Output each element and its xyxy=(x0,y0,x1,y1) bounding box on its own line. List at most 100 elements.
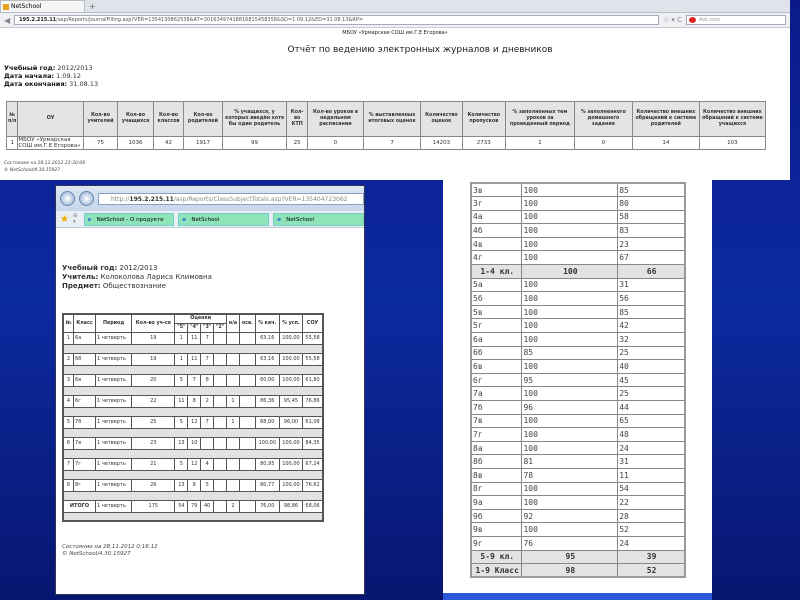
table-cell: 24 xyxy=(617,535,686,551)
table-cell: 78 xyxy=(521,467,619,483)
table-cell: 100,00 xyxy=(278,352,304,366)
col-period: Период xyxy=(95,313,133,333)
table-cell: 8 xyxy=(200,373,215,387)
table-cell: 22 xyxy=(617,495,686,510)
table-cell: 1-9 Класс xyxy=(470,563,523,578)
table-cell: 100,00 xyxy=(254,436,280,450)
table-row: 4б 100 83 xyxy=(470,223,686,238)
table-cell: 1917 xyxy=(183,136,223,150)
table-cell: 4б xyxy=(470,223,523,238)
table-cell: МБОУ «Урмарская СОШ им.Г.Е.Егорова» xyxy=(17,136,84,150)
table-cell: 21 xyxy=(131,457,176,471)
meta-line: Дата окончания: 31.08.13 xyxy=(4,80,790,88)
tab-netschool-active[interactable]: NetSchool xyxy=(273,212,364,226)
table-cell: 1 четверть xyxy=(95,394,133,408)
table-cell: 44 xyxy=(617,400,686,415)
table-row: 3в 100 85 xyxy=(470,182,686,198)
table-cell: 6в xyxy=(73,373,97,387)
favorites-star-icon[interactable]: ★ xyxy=(60,214,69,225)
table-cell: 19 xyxy=(131,352,176,366)
search-input[interactable]: Ask.com xyxy=(686,15,786,25)
table-cell: 8г xyxy=(470,481,523,497)
back-icon[interactable]: ◀ xyxy=(4,16,10,25)
meta-value: Колоколова Лариса Климовна xyxy=(100,273,212,281)
table-cell: 7 xyxy=(62,457,75,471)
forward-button[interactable] xyxy=(79,191,94,206)
meta-label: Учебный год: xyxy=(4,64,56,72)
new-tab-button[interactable]: + xyxy=(89,2,96,11)
table-cell: 5а xyxy=(470,277,523,293)
table-cell: 4 xyxy=(62,394,75,408)
table-cell: 60,00 xyxy=(254,373,280,387)
table-cell: 5г xyxy=(470,318,523,334)
table-cell: 11 xyxy=(187,352,202,366)
table-cell: 25 xyxy=(617,386,686,401)
meta-label: Учитель: xyxy=(62,273,99,281)
browser-tab[interactable]: NetSchool xyxy=(0,0,85,12)
column-header: Кол-во классов xyxy=(152,101,185,137)
class-summary-table: 3в 100 85 3г 100 80 4а 100 58 4б 100 83 4в 100 23 4г 100… xyxy=(470,182,686,579)
table-cell: 1 xyxy=(62,331,75,345)
table-cell: 100 xyxy=(521,495,619,510)
spacer xyxy=(62,448,324,459)
journal-report-window: NetSchool + ◀ 195.2.215.11/asp/Reports/J… xyxy=(0,0,790,180)
meta-label: Дата начала: xyxy=(4,72,55,80)
table-cell: 100 xyxy=(521,264,619,279)
table-cell xyxy=(238,478,256,492)
table-row: 4а 100 58 xyxy=(470,209,686,225)
col-success: % усп. xyxy=(278,313,304,333)
table-cell: 11 xyxy=(174,394,189,408)
table-cell: 4в xyxy=(470,236,523,252)
meta-label: Предмет: xyxy=(62,282,101,290)
tabs-grid-icon[interactable]: ⊞ ▾ xyxy=(73,213,80,225)
back-button[interactable] xyxy=(60,191,75,206)
spacer xyxy=(62,490,324,501)
table-row: 6г 95 45 xyxy=(470,372,686,388)
tab-netschool-about[interactable]: NetSchool - О продукте xyxy=(83,212,175,226)
col-g4: "4" xyxy=(187,322,202,333)
table-cell: 100 xyxy=(521,223,619,238)
table-cell: 7 xyxy=(362,136,422,150)
table-cell: 5 xyxy=(174,373,189,387)
spacer-row xyxy=(62,469,324,480)
reload-icon[interactable]: ☆ ▾ C xyxy=(663,16,682,24)
column-header: Кол-во КТП xyxy=(286,101,309,137)
table-cell: 26 xyxy=(131,478,176,492)
table-row: 5в 100 85 xyxy=(470,304,686,320)
column-header: Кол-во учителей xyxy=(82,101,119,137)
spacer-row xyxy=(62,511,324,522)
address-bar[interactable]: http://195.2.215.11/asp/Reports/ClassSub… xyxy=(98,192,364,205)
table-cell: 100 xyxy=(521,332,619,347)
table-cell: 54 xyxy=(617,481,686,497)
column-header: Кол-во уроков в недельном расписании xyxy=(307,101,364,137)
col-g5: "5" xyxy=(174,322,189,333)
table-cell: 99 xyxy=(221,136,288,150)
meta-value: Обществознание xyxy=(102,282,166,290)
table-cell: 6а xyxy=(470,332,523,347)
table-row: 9б 92 28 xyxy=(470,508,686,524)
favorites-bar: ★ ⊞ ▾ NetSchool - О продукте NetSchool N… xyxy=(56,211,364,228)
table-cell: 6б xyxy=(73,352,97,366)
table-cell xyxy=(238,415,256,429)
table-cell: 1 четверть xyxy=(95,457,133,471)
table-cell: 100 xyxy=(521,209,619,225)
col-grades: Оценки xyxy=(174,313,227,324)
table-cell: 25 xyxy=(286,136,309,150)
table-cell: 10 xyxy=(187,436,202,450)
nav-bar: http://195.2.215.11/asp/Reports/ClassSub… xyxy=(56,186,364,211)
column-header: Кол-во родителей xyxy=(183,101,223,137)
table-cell: 31 xyxy=(617,454,686,469)
table-cell: 100 xyxy=(521,386,619,401)
tab-netschool[interactable]: NetSchool xyxy=(178,212,270,226)
table-row: 1 МБОУ «Урмарская СОШ им.Г.Е.Егорова» 75 10… xyxy=(5,136,767,150)
table-row: 7а 100 25 xyxy=(470,386,686,401)
spacer xyxy=(62,385,324,396)
table-cell: 86,36 xyxy=(254,394,280,408)
table-cell: 100,00 xyxy=(278,457,304,471)
address-bar[interactable]: 195.2.215.11/asp/Reports/JournalFilling.… xyxy=(14,15,659,25)
table-cell: 6в xyxy=(470,359,523,374)
table-row: 8 8г 1 четверть 26 13 8 5 80,77 100,00 76,62 xyxy=(62,478,324,492)
table-cell: 23 xyxy=(617,236,686,252)
table-cell: 100 xyxy=(521,196,619,211)
table-cell: 24 xyxy=(617,440,686,456)
